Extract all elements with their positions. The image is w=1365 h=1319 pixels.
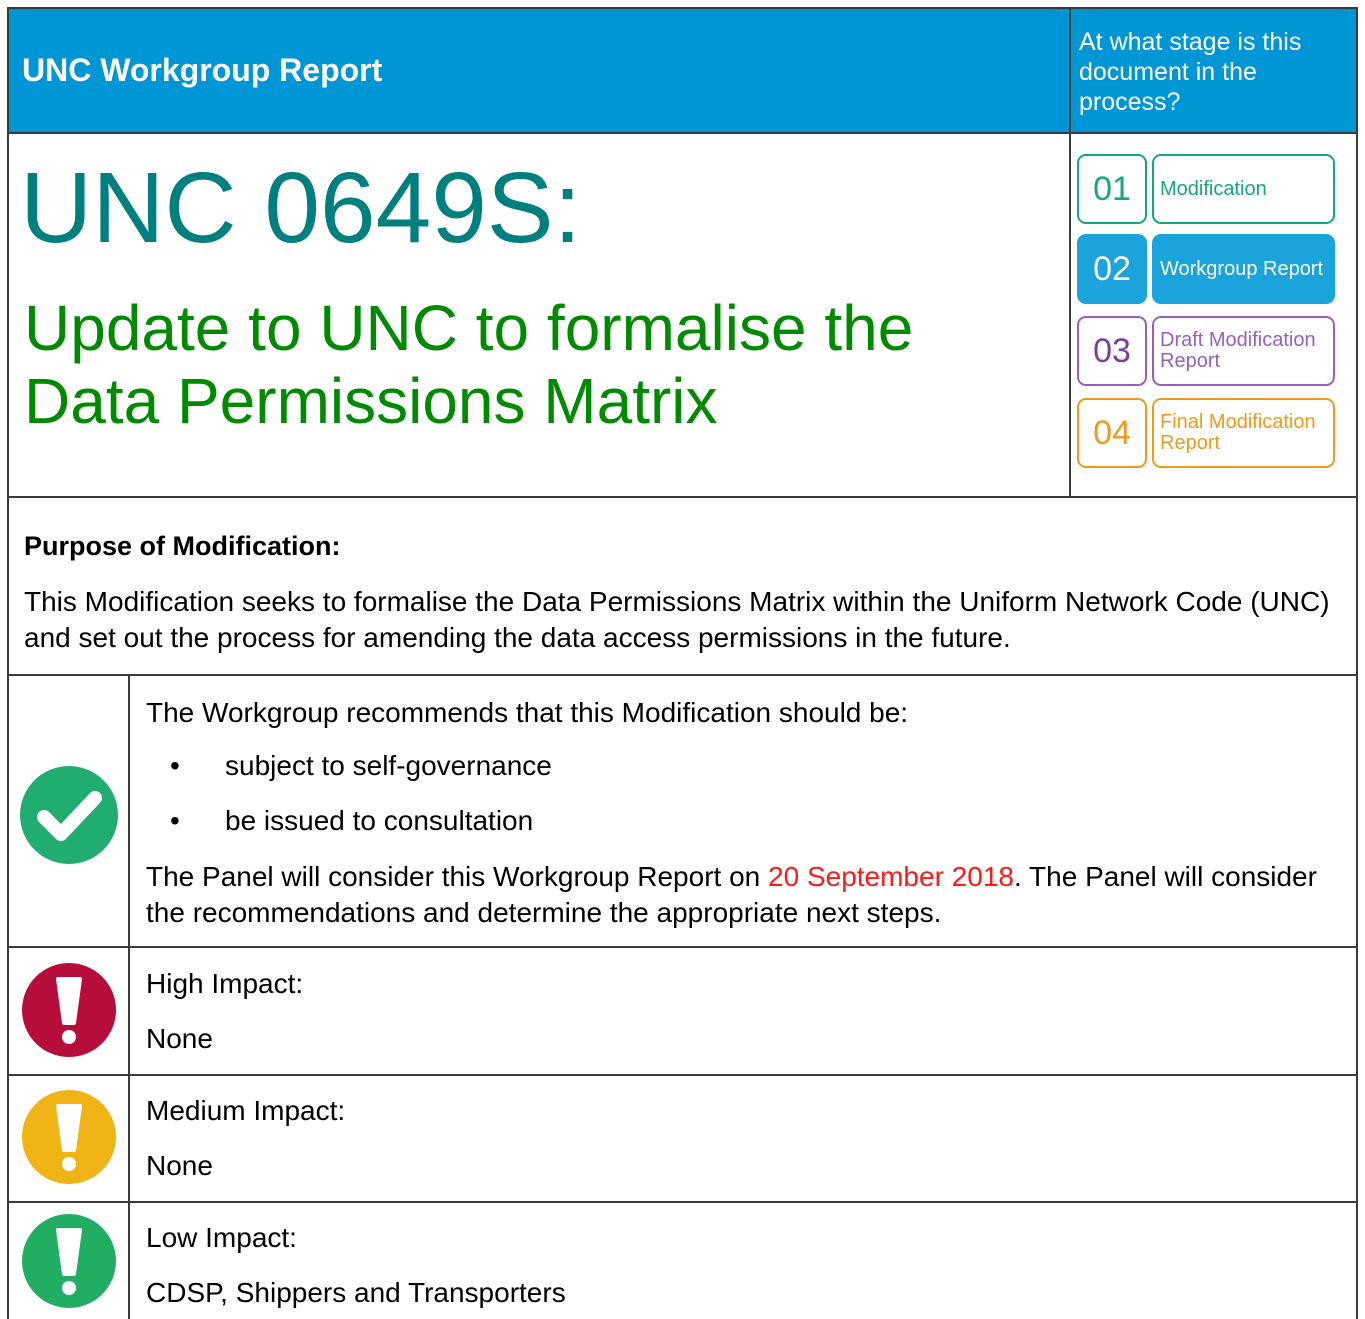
stage-number: 01	[1077, 154, 1147, 224]
divider	[9, 1074, 1356, 1076]
exclamation-icon	[22, 1214, 116, 1308]
list-item: • subject to self-governance	[170, 750, 552, 781]
modification-code: UNC 0649S:	[20, 152, 582, 264]
divider	[9, 132, 1356, 134]
stage-label: Final Modification Report	[1152, 398, 1335, 468]
exclamation-icon	[22, 963, 116, 1057]
stage-number: 02	[1077, 234, 1147, 304]
impact-value: None	[146, 1150, 213, 1181]
divider	[9, 946, 1356, 948]
divider	[9, 1201, 1356, 1203]
purpose-heading: Purpose of Modification:	[24, 531, 341, 561]
impact-label: Medium Impact:	[146, 1095, 346, 1126]
impact-value: None	[146, 1023, 213, 1054]
stage-number: 04	[1077, 398, 1147, 468]
divider	[9, 496, 1356, 498]
stage-01: 01 Modification	[1077, 154, 1335, 224]
stage-label: Draft Modification Report	[1152, 316, 1335, 386]
panel-text: The Panel will consider this Workgroup R…	[146, 861, 769, 892]
stage-04: 04 Final Modification Report	[1077, 398, 1335, 468]
stage-02: 02 Workgroup Report	[1077, 234, 1335, 304]
stage-label: Workgroup Report	[1152, 234, 1335, 304]
panel-date: 20 September 2018	[768, 861, 1014, 892]
stage-03: 03 Draft Modification Report	[1077, 316, 1335, 386]
modification-title: Update to UNC to formalise the Data Perm…	[24, 292, 914, 437]
list-item: • be issued to consultation	[170, 805, 534, 836]
bullet-text: subject to self-governance	[225, 750, 552, 781]
exclamation-icon	[22, 1090, 116, 1184]
purpose-text: This Modification seeks to formalise the…	[24, 586, 1330, 653]
divider	[9, 674, 1356, 676]
icon-column-divider	[128, 675, 130, 1319]
report-type-title: UNC Workgroup Report	[22, 52, 383, 88]
bullet-text: be issued to consultation	[225, 805, 534, 836]
recommendation-intro: The Workgroup recommends that this Modif…	[146, 697, 909, 728]
impact-label: High Impact:	[146, 968, 304, 999]
stage-label: Modification	[1152, 154, 1335, 224]
header-divider	[1069, 9, 1071, 498]
stage-number: 03	[1077, 316, 1147, 386]
impact-value: CDSP, Shippers and Transporters	[146, 1277, 566, 1308]
check-icon	[20, 766, 118, 864]
impact-label: Low Impact:	[146, 1222, 297, 1253]
panel-statement: The Panel will consider this Workgroup R…	[146, 859, 1336, 931]
stage-question: At what stage is this document in the pr…	[1079, 28, 1302, 116]
stage-question-box: At what stage is this document in the pr…	[1071, 9, 1356, 134]
